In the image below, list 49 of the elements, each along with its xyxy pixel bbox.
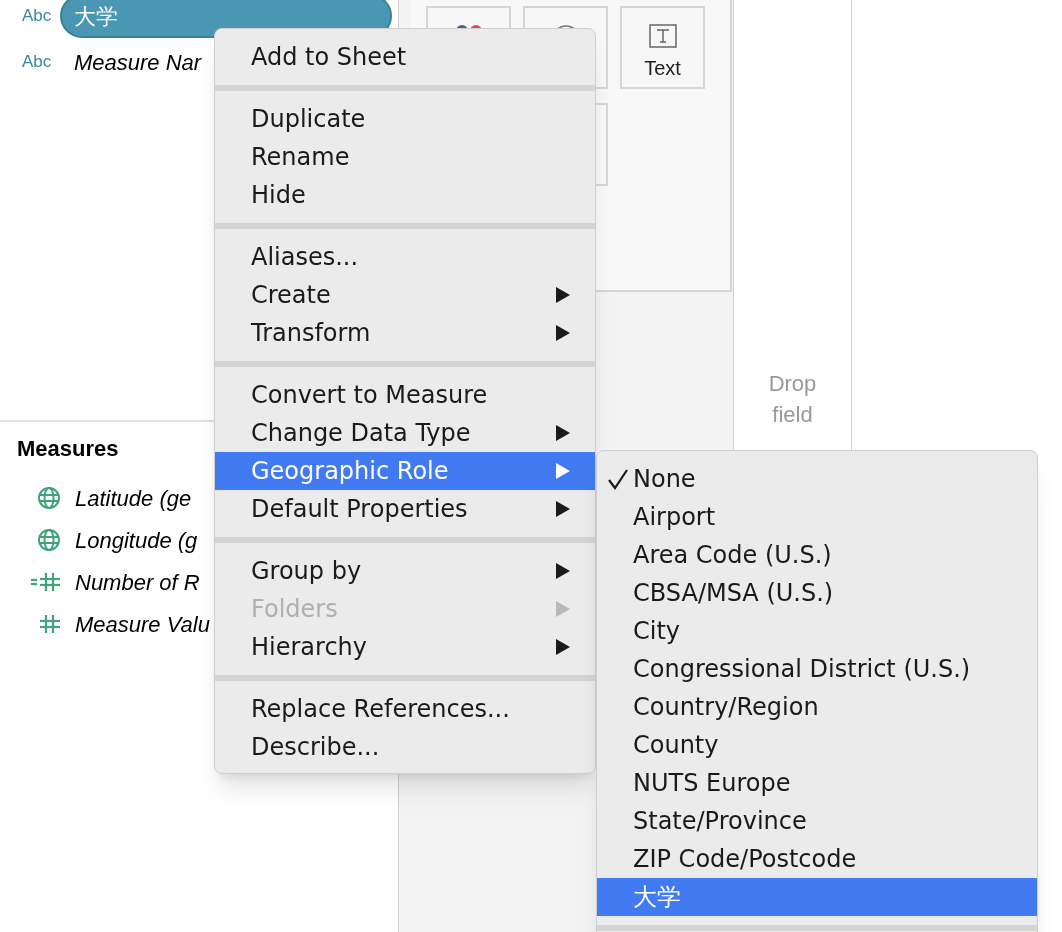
menu-item[interactable]: Add to Sheet xyxy=(215,38,595,76)
menu-item[interactable]: Transform xyxy=(215,314,595,352)
globe-icon xyxy=(37,528,61,552)
menu-item[interactable]: Hierarchy xyxy=(215,628,595,666)
menu-item[interactable]: County xyxy=(597,726,1037,764)
field-name: Measure Valu xyxy=(75,610,210,639)
field-name: Longitude (g xyxy=(75,526,198,555)
menu-item[interactable]: CBSA/MSA (U.S.) xyxy=(597,574,1037,612)
menu-item[interactable]: Describe... xyxy=(215,728,595,766)
section-heading: Measures xyxy=(17,435,119,463)
menu-item[interactable]: 大学 xyxy=(597,878,1037,916)
submenu-arrow-icon xyxy=(555,424,571,442)
menu-item[interactable]: Change Data Type xyxy=(215,414,595,452)
submenu-arrow-icon xyxy=(555,324,571,342)
string-type-label: Abc xyxy=(21,5,53,28)
field-name: Latitude (ge xyxy=(75,484,192,513)
submenu-arrow-icon xyxy=(555,462,571,480)
submenu-arrow-icon xyxy=(555,600,571,618)
drop-zone-hint: Drop field xyxy=(767,370,818,429)
menu-item[interactable]: Area Code (U.S.) xyxy=(597,536,1037,574)
menu-item[interactable]: Rename xyxy=(215,138,595,176)
menu-item[interactable]: State/Province xyxy=(597,802,1037,840)
calculated-number-icon xyxy=(31,572,61,592)
menu-item[interactable]: ZIP Code/Postcode xyxy=(597,840,1037,878)
submenu-arrow-icon xyxy=(555,638,571,656)
menu-item[interactable]: Default Properties xyxy=(215,490,595,528)
submenu-arrow-icon xyxy=(555,286,571,304)
field-name: Number of R xyxy=(75,568,200,597)
menu-item[interactable]: NUTS Europe xyxy=(597,764,1037,802)
number-icon xyxy=(39,614,61,634)
globe-icon xyxy=(37,486,61,510)
menu-item[interactable]: None xyxy=(597,460,1037,498)
text-icon xyxy=(648,24,677,48)
marks-card[interactable]: Text xyxy=(620,6,705,89)
menu-item[interactable]: Aliases... xyxy=(215,238,595,276)
menu-item[interactable]: Airport xyxy=(597,498,1037,536)
menu-item[interactable]: Replace References... xyxy=(215,690,595,728)
menu-item[interactable]: Convert to Measure xyxy=(215,376,595,414)
menu-item[interactable]: City xyxy=(597,612,1037,650)
menu-item[interactable]: Duplicate xyxy=(215,100,595,138)
submenu-arrow-icon xyxy=(555,562,571,580)
string-type-label: Abc xyxy=(21,51,53,74)
menu-item[interactable]: Hide xyxy=(215,176,595,214)
menu-item[interactable]: Geographic Role xyxy=(215,452,595,490)
menu-item[interactable]: Create xyxy=(215,276,595,314)
menu-item[interactable]: Country/Region xyxy=(597,688,1037,726)
menu-item[interactable]: Congressional District (U.S.) xyxy=(597,650,1037,688)
submenu-arrow-icon xyxy=(555,500,571,518)
menu-item[interactable]: Group by xyxy=(215,552,595,590)
